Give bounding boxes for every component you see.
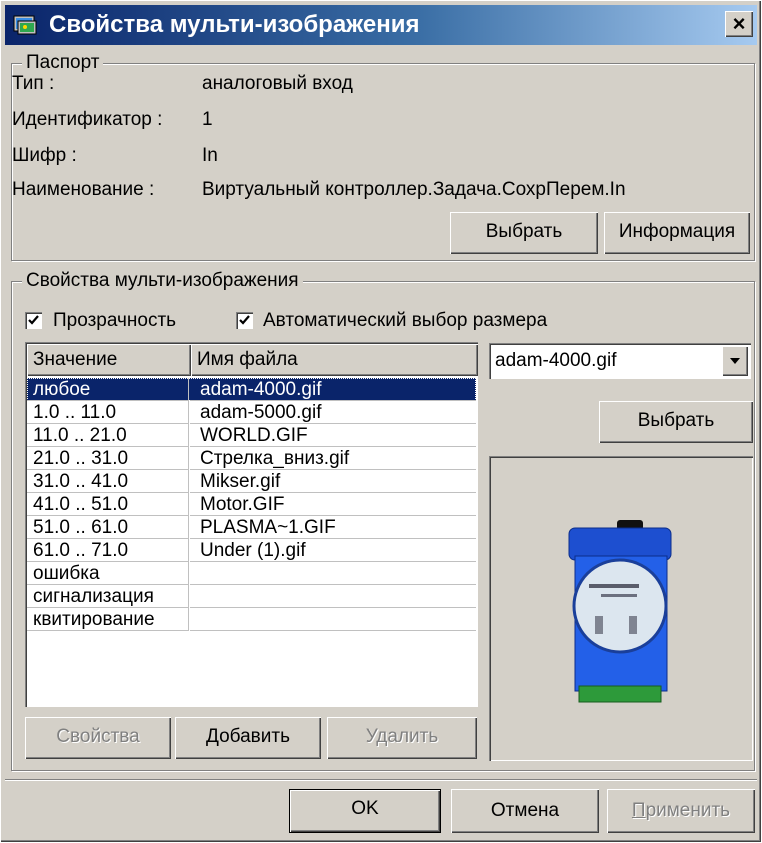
apply-button[interactable]: Применить [607,789,755,833]
id-label: Идентификатор : [12,109,163,130]
table-row[interactable]: ошибка [27,562,476,585]
name-label: Наименование : [12,179,155,200]
select-file-button[interactable]: Выбрать [599,401,753,443]
check-icon [28,315,39,325]
cell-value: 61.0 .. 71.0 [27,539,189,562]
cell-value: 31.0 .. 41.0 [27,470,189,493]
table-row[interactable]: 21.0 .. 31.0 Стрелка_вниз.gif [27,447,476,470]
adam-module-image [568,520,672,703]
table-row[interactable]: любое adam-4000.gif [27,378,476,401]
cell-filename [190,585,476,608]
cell-filename [190,608,476,631]
cell-value: 11.0 .. 21.0 [27,424,189,447]
cancel-button[interactable]: Отмена [451,789,599,833]
ok-button[interactable]: OK [289,789,441,833]
cell-value: 1.0 .. 11.0 [27,401,189,424]
title-bar[interactable]: Свойства мульти-изображения × [5,5,757,45]
cell-filename [190,562,476,585]
autosize-label[interactable]: Автоматический выбор размера [263,309,547,333]
row-properties-button[interactable]: Свойства [25,717,171,759]
cell-filename: adam-5000.gif [190,401,476,424]
table-row[interactable]: 51.0 .. 61.0 PLASMA~1.GIF [27,516,476,539]
table-row[interactable]: 31.0 .. 41.0 Mikser.gif [27,470,476,493]
table-row[interactable]: 1.0 .. 11.0 adam-5000.gif [27,401,476,424]
file-dropdown-value: adam-4000.gif [495,350,617,371]
code-value: In [202,145,218,166]
select-object-button[interactable]: Выбрать [450,212,598,254]
code-label: Шифр : [12,145,77,166]
dialog-window: Свойства мульти-изображения × Паспорт Ти… [0,0,762,843]
information-button[interactable]: Информация [604,212,750,254]
check-icon [239,315,250,325]
table-row[interactable]: 11.0 .. 21.0 WORLD.GIF [27,424,476,447]
image-preview [489,456,753,761]
delete-row-button[interactable]: Удалить [327,717,477,759]
add-row-button[interactable]: Добавить [175,717,321,759]
table-header: Значение Имя файла [27,344,478,376]
cell-value: 21.0 .. 31.0 [27,447,189,470]
autosize-checkbox[interactable] [236,312,253,329]
chevron-down-icon [730,358,740,364]
table-row[interactable]: 41.0 .. 51.0 Motor.GIF [27,493,476,516]
properties-legend: Свойства мульти-изображения [22,270,303,292]
table-row[interactable]: 61.0 .. 71.0 Under (1).gif [27,539,476,562]
column-header-value[interactable]: Значение [27,344,191,376]
type-value: аналоговый вход [202,73,353,94]
cell-filename: WORLD.GIF [190,424,476,447]
cell-value: квитирование [27,608,189,631]
cell-value: 51.0 .. 61.0 [27,516,189,539]
cell-value: 41.0 .. 51.0 [27,493,189,516]
dropdown-arrow-button[interactable] [722,346,748,376]
cell-filename: Стрелка_вниз.gif [190,447,476,470]
cell-filename: Mikser.gif [190,470,476,493]
name-value: Виртуальный контроллер.Задача.СохрПерем.… [202,179,626,200]
cell-filename: Under (1).gif [190,539,476,562]
cell-filename: adam-4000.gif [190,378,476,401]
cell-value: сигнализация [27,585,189,608]
app-icon [13,15,37,35]
images-table[interactable]: Значение Имя файла любое adam-4000.gif 1.0… [25,342,478,707]
type-label: Тип : [12,73,55,94]
table-row[interactable]: квитирование [27,608,476,631]
cell-filename: Motor.GIF [190,493,476,516]
close-button[interactable]: × [725,11,753,37]
footer-separator [5,779,757,781]
table-row[interactable]: сигнализация [27,585,476,608]
column-header-filename[interactable]: Имя файла [191,344,478,376]
cell-filename: PLASMA~1.GIF [190,516,476,539]
cell-value: любое [27,378,189,401]
passport-group: Паспорт Тип : аналоговый вход Идентифика… [11,52,755,261]
cell-value: ошибка [27,562,189,585]
passport-legend: Паспорт [22,52,104,74]
id-value: 1 [202,109,213,130]
file-dropdown[interactable]: adam-4000.gif [489,343,751,379]
transparency-checkbox[interactable] [25,312,42,329]
window-title: Свойства мульти-изображения [49,11,420,38]
transparency-label[interactable]: Прозрачность [53,309,176,333]
